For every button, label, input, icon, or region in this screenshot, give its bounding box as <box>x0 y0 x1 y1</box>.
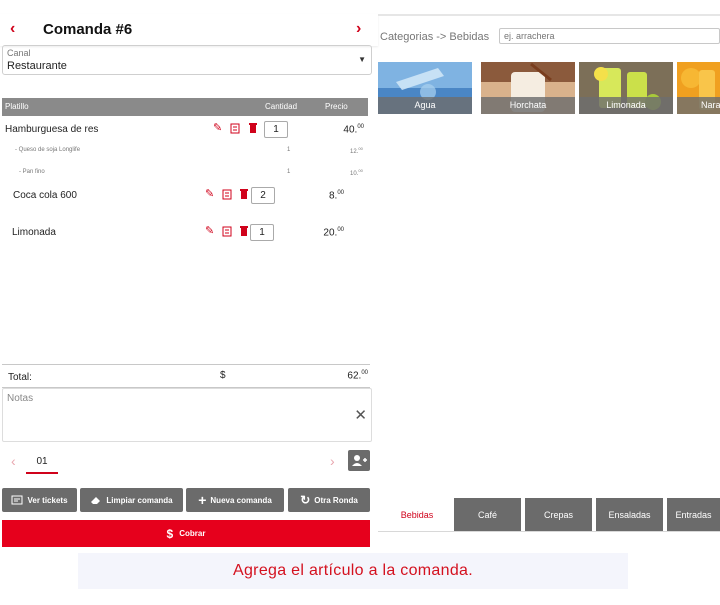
prev-order-icon[interactable]: ‹ <box>10 20 15 38</box>
canal-value: Restaurante <box>7 60 67 72</box>
tab-label: Bebidas <box>400 509 434 520</box>
product-label: Limonada <box>579 97 673 114</box>
notes-placeholder: Notas <box>7 393 34 404</box>
prev-page-icon[interactable]: ‹ <box>11 453 16 469</box>
catalog-top-divider <box>378 14 720 16</box>
dollar-icon: $ <box>166 526 174 541</box>
next-order-icon[interactable]: › <box>356 20 361 38</box>
nueva-comanda-button[interactable]: + Nueva comanda <box>186 488 284 512</box>
nueva-comanda-label: Nueva comanda <box>210 495 272 505</box>
modifier-name: - Pan fino <box>19 169 45 175</box>
notes-field[interactable]: Notas ✕ <box>2 388 372 442</box>
total-label: Total: <box>8 372 32 383</box>
next-page-icon[interactable]: › <box>330 453 335 469</box>
search-input[interactable] <box>499 28 720 44</box>
item-name: Hamburguesa de res <box>5 124 99 135</box>
tab-label: Ensaladas <box>608 509 651 520</box>
note-icon[interactable] <box>222 189 233 200</box>
order-title: Comanda #6 <box>43 21 133 38</box>
canal-label: Canal <box>7 48 31 58</box>
total-row: Total: $ 62.00 <box>2 364 370 388</box>
column-header-precio: Precio <box>325 102 348 111</box>
refresh-icon: ↻ <box>300 493 311 507</box>
modifier-qty: 1 <box>287 169 291 175</box>
instruction-caption: Agrega el artículo a la comanda. <box>78 553 628 589</box>
tabs-divider <box>378 531 720 532</box>
ver-tickets-button[interactable]: Ver tickets <box>2 488 77 512</box>
trash-icon[interactable] <box>239 188 249 200</box>
order-header: ‹ Comanda #6 › <box>0 14 378 46</box>
product-tile-limonada[interactable]: Limonada <box>579 62 673 114</box>
item-price: 40.00 <box>343 124 364 136</box>
item-name: Limonada <box>12 227 56 238</box>
modifier-row: - Queso de soja Longlife 1 12.00 <box>0 144 370 156</box>
modifier-qty: 1 <box>287 147 291 153</box>
ver-tickets-label: Ver tickets <box>27 495 68 505</box>
product-tile-agua[interactable]: Agua <box>378 62 472 114</box>
trash-icon[interactable] <box>248 122 258 134</box>
tab-crepas[interactable]: Crepas <box>525 498 592 531</box>
tab-ensaladas[interactable]: Ensaladas <box>596 498 663 531</box>
page-number[interactable]: 01 <box>26 454 58 474</box>
ticket-pager: ‹ 01 › <box>2 448 370 476</box>
chevron-down-icon: ▼ <box>358 55 366 64</box>
modifier-name: - Queso de soja Longlife <box>15 147 81 153</box>
item-price: 20.00 <box>323 227 344 239</box>
edit-icon[interactable]: ✎ <box>205 187 214 200</box>
trash-icon[interactable] <box>239 225 249 237</box>
add-user-icon <box>352 455 367 466</box>
otra-ronda-button[interactable]: ↻ Otra Ronda <box>288 488 370 512</box>
clear-notes-icon[interactable]: ✕ <box>354 406 367 424</box>
note-icon[interactable] <box>222 226 233 237</box>
product-label: Horchata <box>481 97 575 114</box>
modifier-row: - Pan fino 1 10.00 <box>0 166 370 178</box>
tab-label: Café <box>477 509 497 520</box>
item-price: 8.00 <box>328 190 344 202</box>
edit-icon[interactable]: ✎ <box>205 224 214 237</box>
product-tile-horchata[interactable]: Horchata <box>481 62 575 114</box>
quantity-field[interactable]: 1 <box>264 121 288 138</box>
product-tile-naranja[interactable]: Nara <box>677 62 720 114</box>
otra-ronda-label: Otra Ronda <box>314 495 358 505</box>
column-header-platillo: Platillo <box>5 102 29 111</box>
table-row[interactable]: Hamburguesa de res ✎ 1 40.00 <box>0 118 370 140</box>
column-header-cantidad: Cantidad <box>265 102 298 111</box>
tab-label: Crepas <box>543 509 573 520</box>
caption-text: Agrega el artículo a la comanda. <box>233 562 473 579</box>
tab-bebidas[interactable]: Bebidas <box>384 498 450 531</box>
limpiar-comanda-button[interactable]: Limpiar comanda <box>80 488 183 512</box>
tab-label: Entradas <box>675 509 712 520</box>
order-table-header: Platillo Cantidad Precio <box>2 98 368 116</box>
item-name: Coca cola 600 <box>13 190 77 201</box>
cobrar-label: Cobrar <box>179 529 206 538</box>
tickets-icon <box>11 495 23 505</box>
cobrar-button[interactable]: $ Cobrar <box>2 520 370 547</box>
catalog-breadcrumb: Categorias -> Bebidas <box>380 31 490 43</box>
quantity-field[interactable]: 1 <box>250 224 274 241</box>
plus-icon: + <box>198 492 207 508</box>
tab-cafe[interactable]: Café <box>454 498 521 531</box>
total-currency: $ <box>220 370 226 381</box>
tab-entradas[interactable]: Entradas <box>667 498 720 531</box>
product-label: Agua <box>378 97 472 114</box>
edit-icon[interactable]: ✎ <box>213 121 222 134</box>
table-row[interactable]: Coca cola 600 ✎ 2 8.00 <box>0 184 370 206</box>
quantity-field[interactable]: 2 <box>251 187 275 204</box>
modifier-price: 12.00 <box>350 146 363 155</box>
assign-user-button[interactable] <box>348 450 370 471</box>
table-row[interactable]: Limonada ✎ 1 20.00 <box>0 221 370 243</box>
product-label: Nara <box>677 97 720 114</box>
eraser-icon <box>91 497 101 504</box>
canal-select[interactable]: Canal Restaurante ▼ <box>2 45 372 75</box>
order-panel <box>0 0 378 560</box>
total-amount: 62.00 <box>347 370 368 382</box>
modifier-price: 10.00 <box>350 168 363 177</box>
note-icon[interactable] <box>230 123 241 134</box>
limpiar-comanda-label: Limpiar comanda <box>106 495 173 505</box>
